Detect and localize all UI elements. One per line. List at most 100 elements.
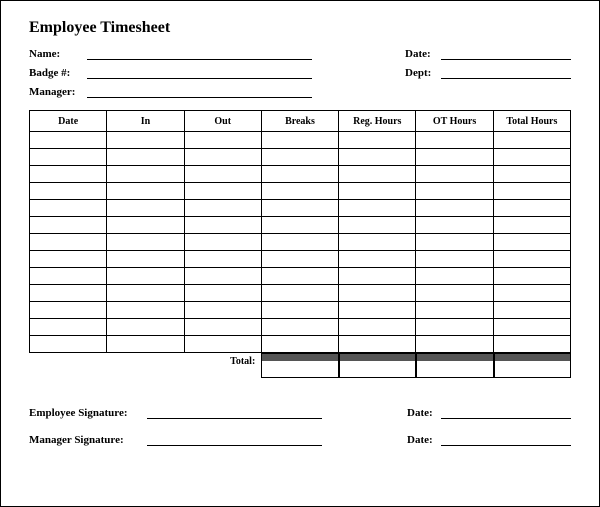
cell[interactable] <box>339 302 416 319</box>
cell[interactable] <box>30 251 107 268</box>
cell[interactable] <box>30 183 107 200</box>
cell[interactable] <box>107 166 184 183</box>
cell[interactable] <box>261 200 338 217</box>
cell[interactable] <box>30 166 107 183</box>
cell[interactable] <box>261 149 338 166</box>
cell[interactable] <box>184 319 261 336</box>
cell[interactable] <box>261 217 338 234</box>
cell[interactable] <box>30 302 107 319</box>
cell[interactable] <box>107 302 184 319</box>
cell[interactable] <box>339 166 416 183</box>
cell[interactable] <box>416 234 493 251</box>
cell[interactable] <box>261 166 338 183</box>
cell[interactable] <box>339 234 416 251</box>
cell[interactable] <box>30 234 107 251</box>
cell[interactable] <box>107 268 184 285</box>
cell[interactable] <box>107 200 184 217</box>
cell[interactable] <box>107 285 184 302</box>
cell[interactable] <box>261 336 338 353</box>
cell[interactable] <box>416 319 493 336</box>
cell[interactable] <box>184 183 261 200</box>
cell[interactable] <box>493 302 570 319</box>
cell[interactable] <box>493 234 570 251</box>
cell[interactable] <box>493 285 570 302</box>
cell[interactable] <box>493 183 570 200</box>
cell[interactable] <box>493 336 570 353</box>
cell[interactable] <box>339 183 416 200</box>
cell[interactable] <box>493 268 570 285</box>
cell[interactable] <box>416 251 493 268</box>
cell[interactable] <box>107 234 184 251</box>
cell[interactable] <box>30 217 107 234</box>
date-field[interactable] <box>441 47 571 60</box>
cell[interactable] <box>261 132 338 149</box>
cell[interactable] <box>339 149 416 166</box>
cell[interactable] <box>261 302 338 319</box>
cell[interactable] <box>184 336 261 353</box>
cell[interactable] <box>339 200 416 217</box>
cell[interactable] <box>107 149 184 166</box>
cell[interactable] <box>493 166 570 183</box>
cell[interactable] <box>493 200 570 217</box>
cell[interactable] <box>184 149 261 166</box>
cell[interactable] <box>30 200 107 217</box>
cell[interactable] <box>30 149 107 166</box>
manager-field[interactable] <box>87 85 312 98</box>
cell[interactable] <box>184 217 261 234</box>
cell[interactable] <box>416 285 493 302</box>
cell[interactable] <box>261 268 338 285</box>
cell[interactable] <box>107 251 184 268</box>
employee-signature-field[interactable] <box>147 406 322 419</box>
cell[interactable] <box>493 217 570 234</box>
cell[interactable] <box>184 200 261 217</box>
cell[interactable] <box>30 336 107 353</box>
cell[interactable] <box>107 217 184 234</box>
cell[interactable] <box>416 217 493 234</box>
cell[interactable] <box>339 217 416 234</box>
cell[interactable] <box>416 336 493 353</box>
employee-sig-date-field[interactable] <box>441 406 571 419</box>
cell[interactable] <box>184 302 261 319</box>
cell[interactable] <box>416 183 493 200</box>
cell[interactable] <box>416 200 493 217</box>
cell[interactable] <box>339 251 416 268</box>
dept-field[interactable] <box>441 66 571 79</box>
manager-sig-date-field[interactable] <box>441 433 571 446</box>
cell[interactable] <box>339 319 416 336</box>
cell[interactable] <box>184 285 261 302</box>
total-reg-hours[interactable] <box>339 361 416 378</box>
cell[interactable] <box>30 268 107 285</box>
cell[interactable] <box>416 132 493 149</box>
total-total-hours[interactable] <box>494 361 571 378</box>
cell[interactable] <box>416 268 493 285</box>
cell[interactable] <box>107 336 184 353</box>
cell[interactable] <box>493 132 570 149</box>
total-ot-hours[interactable] <box>416 361 493 378</box>
manager-signature-field[interactable] <box>147 433 322 446</box>
cell[interactable] <box>261 319 338 336</box>
cell[interactable] <box>493 251 570 268</box>
cell[interactable] <box>184 268 261 285</box>
cell[interactable] <box>107 319 184 336</box>
cell[interactable] <box>416 302 493 319</box>
cell[interactable] <box>493 319 570 336</box>
cell[interactable] <box>261 183 338 200</box>
cell[interactable] <box>339 268 416 285</box>
total-breaks[interactable] <box>261 361 338 378</box>
cell[interactable] <box>261 234 338 251</box>
name-field[interactable] <box>87 47 312 60</box>
cell[interactable] <box>184 166 261 183</box>
cell[interactable] <box>184 251 261 268</box>
cell[interactable] <box>339 132 416 149</box>
cell[interactable] <box>261 285 338 302</box>
cell[interactable] <box>184 234 261 251</box>
cell[interactable] <box>493 149 570 166</box>
cell[interactable] <box>339 336 416 353</box>
cell[interactable] <box>30 319 107 336</box>
cell[interactable] <box>107 183 184 200</box>
cell[interactable] <box>184 132 261 149</box>
cell[interactable] <box>416 149 493 166</box>
cell[interactable] <box>416 166 493 183</box>
badge-field[interactable] <box>87 66 312 79</box>
cell[interactable] <box>339 285 416 302</box>
